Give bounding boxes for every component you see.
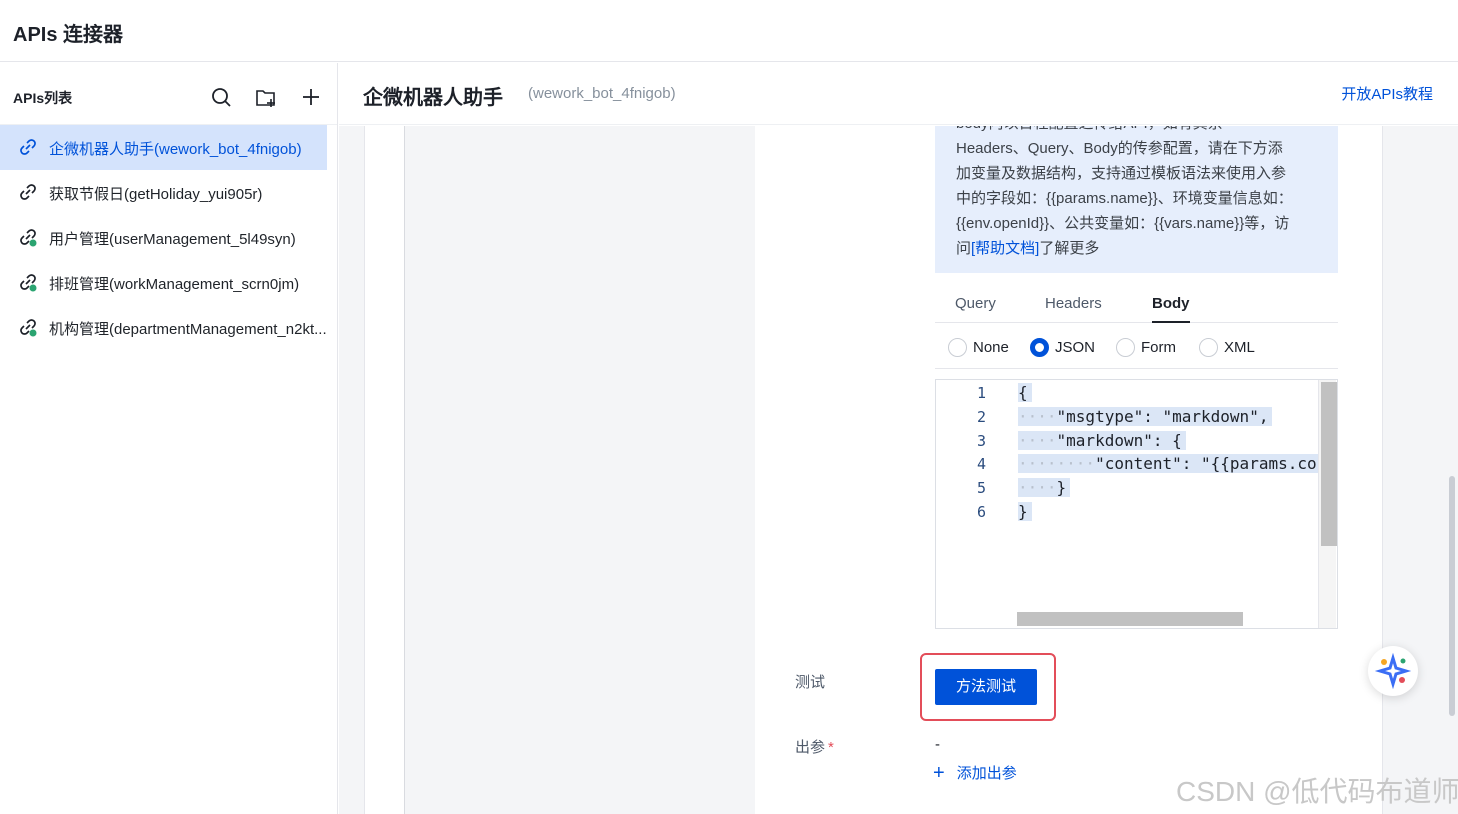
link-check-icon	[20, 274, 37, 292]
api-item-label: 用户管理(userManagement_5l49syn)	[49, 231, 296, 248]
link-icon	[20, 184, 36, 200]
line-number: 4	[976, 455, 986, 473]
tutorial-link[interactable]: 开放APIs教程	[1341, 83, 1433, 104]
page-scrollbar[interactable]	[1449, 476, 1455, 716]
link-check-icon	[20, 319, 37, 337]
api-identifier: (wework_bot_4fnigob)	[528, 85, 676, 102]
page-title: 企微机器人助手	[363, 87, 503, 109]
json-code-editor[interactable]: 1 2 3 4 5 6 { ····"msgtype": "markdown",…	[935, 379, 1338, 629]
watermark: CSDN @低代码布道师	[1176, 776, 1458, 807]
radio-none[interactable]: None	[948, 336, 1009, 358]
api-list-item[interactable]: 获取节假日(getHoliday_yui905r)	[0, 170, 327, 215]
info-text: {{env.openId}}、公共变量如：{{vars.name}}等，访	[956, 215, 1290, 232]
radio-xml[interactable]: XML	[1199, 336, 1255, 358]
content-header: 企微机器人助手 (wework_bot_4fnigob) 开放APIs教程	[339, 63, 1458, 125]
app-title: APIs 连接器	[13, 24, 124, 46]
api-list-item[interactable]: 排班管理(workManagement_scrn0jm)	[0, 260, 327, 305]
tab-headers[interactable]: Headers	[1045, 295, 1102, 323]
sidebar-title: APIs列表	[13, 90, 73, 106]
editor-vertical-scrollbar[interactable]	[1318, 380, 1337, 628]
line-number: 2	[976, 408, 986, 426]
info-notice: body内以日程配置之传给API，如有其余 Headers、Query、Body…	[935, 126, 1338, 273]
tab-body[interactable]: Body	[1152, 295, 1190, 323]
info-text: 问	[956, 240, 972, 257]
assistant-fab[interactable]	[1368, 646, 1418, 696]
link-check-icon	[20, 229, 37, 247]
sparkle-icon	[1374, 652, 1412, 690]
api-item-label: 排班管理(workManagement_scrn0jm)	[49, 276, 300, 293]
required-mark: *	[828, 739, 834, 756]
code-line: "msgtype": "markdown",	[1056, 407, 1269, 426]
line-number: 5	[976, 479, 986, 497]
new-folder-icon[interactable]	[255, 86, 279, 110]
radio-form[interactable]: Form	[1116, 336, 1176, 358]
info-text: 了解更多	[1039, 240, 1100, 257]
add-output-label: 添加出参	[956, 765, 1017, 782]
body-type-radio-group: None JSON Form XML	[935, 324, 1338, 369]
code-line: "markdown": {	[1056, 431, 1182, 450]
left-panel-area	[404, 126, 755, 814]
info-text: body内以日程配置之传给API，如有其余	[956, 126, 1317, 136]
app-header: APIs 连接器	[0, 0, 1458, 62]
api-list-item[interactable]: 企微机器人助手(wework_bot_4fnigob)	[0, 125, 327, 170]
info-text: 中的字段如：{{params.name}}、环境变量信息如：	[956, 190, 1293, 207]
api-list-item[interactable]: 用户管理(userManagement_5l49syn)	[0, 215, 327, 260]
code-line: }	[1056, 478, 1067, 497]
sidebar-header: APIs列表	[0, 63, 337, 125]
editor-horizontal-scrollbar[interactable]	[1017, 612, 1243, 626]
help-doc-link[interactable]: [帮助文档]	[971, 240, 1039, 257]
code-line: "content": "{{params.cont	[1095, 454, 1336, 473]
link-icon	[20, 139, 36, 155]
search-icon[interactable]	[210, 86, 234, 110]
info-text: 加变量及数据结构，支持通过模板语法来使用入参	[956, 165, 1287, 182]
method-test-button[interactable]: 方法测试	[935, 669, 1037, 705]
code-line: {	[1018, 383, 1032, 402]
main-canvas: body内以日程配置之传给API，如有其余 Headers、Query、Body…	[339, 126, 1458, 814]
api-item-label: 企微机器人助手(wework_bot_4fnigob)	[49, 141, 302, 158]
line-number: 6	[976, 503, 986, 521]
radio-json[interactable]: JSON	[1030, 336, 1095, 358]
api-sidebar: APIs列表 企微机器人助手(wework_bot_4fnigob) 获取节假日…	[0, 63, 338, 814]
plus-icon: +	[933, 761, 945, 784]
add-output-button[interactable]: + 添加出参	[933, 762, 1017, 783]
add-icon[interactable]	[300, 86, 324, 110]
code-line: }	[1018, 502, 1032, 521]
line-number: 1	[976, 384, 986, 402]
output-label: 出参 *	[795, 739, 834, 756]
output-value: -	[935, 736, 940, 753]
api-item-label: 机构管理(departmentManagement_n2kt...	[49, 321, 327, 338]
config-panel: body内以日程配置之传给API，如有其余 Headers、Query、Body…	[364, 126, 1383, 814]
line-number: 3	[976, 432, 986, 450]
api-item-label: 获取节假日(getHoliday_yui905r)	[49, 186, 263, 203]
api-list-item[interactable]: 机构管理(departmentManagement_n2kt...	[0, 305, 327, 350]
param-tabs: Query Headers Body	[935, 291, 1338, 323]
test-label: 测试	[795, 674, 826, 691]
tab-query[interactable]: Query	[955, 295, 996, 323]
info-text: Headers、Query、Body的传参配置，请在下方添	[956, 140, 1283, 157]
